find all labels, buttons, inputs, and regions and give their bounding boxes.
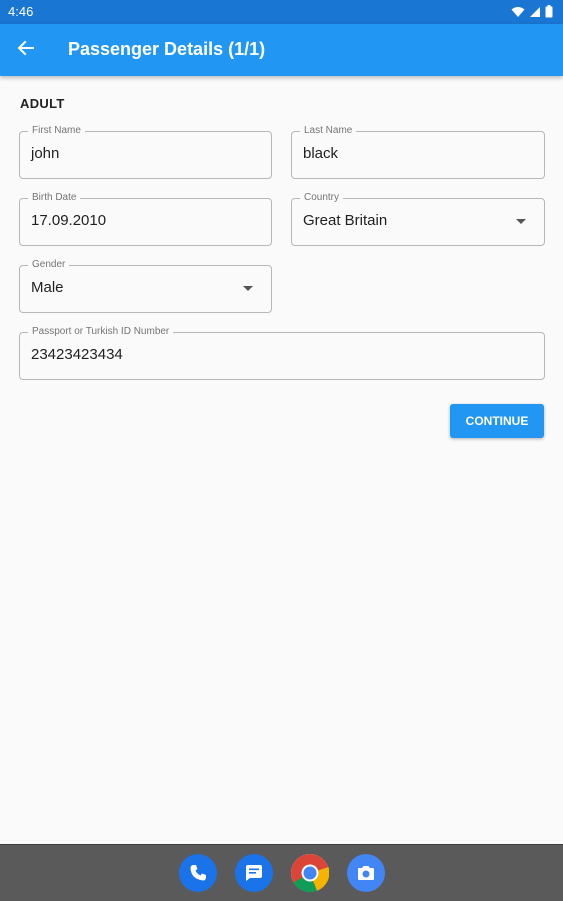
gender-select[interactable]: Gender Male <box>19 258 272 313</box>
status-bar: 4:46 <box>0 0 563 24</box>
gender-label: Gender <box>28 258 70 272</box>
chrome-icon[interactable] <box>291 854 329 892</box>
nav-bar <box>0 844 563 901</box>
country-select[interactable]: Country Great Britain <box>291 191 545 246</box>
last-name-label: Last Name <box>300 124 357 138</box>
passport-label: Passport or Turkish ID Number <box>28 325 174 339</box>
birth-date-label: Birth Date <box>28 191 81 205</box>
back-button[interactable] <box>12 36 40 64</box>
country-label: Country <box>300 191 344 205</box>
status-icons <box>511 5 553 23</box>
first-name-label: First Name <box>28 124 85 138</box>
camera-icon[interactable] <box>347 854 385 892</box>
wifi-icon <box>511 5 525 23</box>
messages-icon[interactable] <box>235 854 273 892</box>
phone-icon[interactable] <box>179 854 217 892</box>
arrow-back-icon <box>16 38 36 63</box>
first-name-value: john <box>31 145 60 162</box>
passport-value: 23423423434 <box>31 346 123 363</box>
birth-date-field[interactable]: Birth Date 17.09.2010 <box>19 191 272 246</box>
country-value: Great Britain <box>303 212 388 229</box>
gender-value: Male <box>31 279 64 296</box>
section-label-adult: ADULT <box>20 96 65 111</box>
page-title: Passenger Details (1/1) <box>68 39 266 59</box>
birth-date-value: 17.09.2010 <box>31 212 107 229</box>
last-name-field[interactable]: Last Name black <box>291 124 545 179</box>
battery-icon <box>545 5 553 23</box>
status-time: 4:46 <box>8 4 34 19</box>
passport-field[interactable]: Passport or Turkish ID Number 2342342343… <box>19 325 545 380</box>
first-name-field[interactable]: First Name john <box>19 124 272 179</box>
dropdown-arrow-icon <box>243 286 253 291</box>
dropdown-arrow-icon <box>516 219 526 224</box>
last-name-value: black <box>303 145 339 162</box>
signal-icon <box>529 5 541 23</box>
continue-button[interactable]: CONTINUE <box>450 404 544 438</box>
app-bar: Passenger Details (1/1) <box>0 24 563 76</box>
